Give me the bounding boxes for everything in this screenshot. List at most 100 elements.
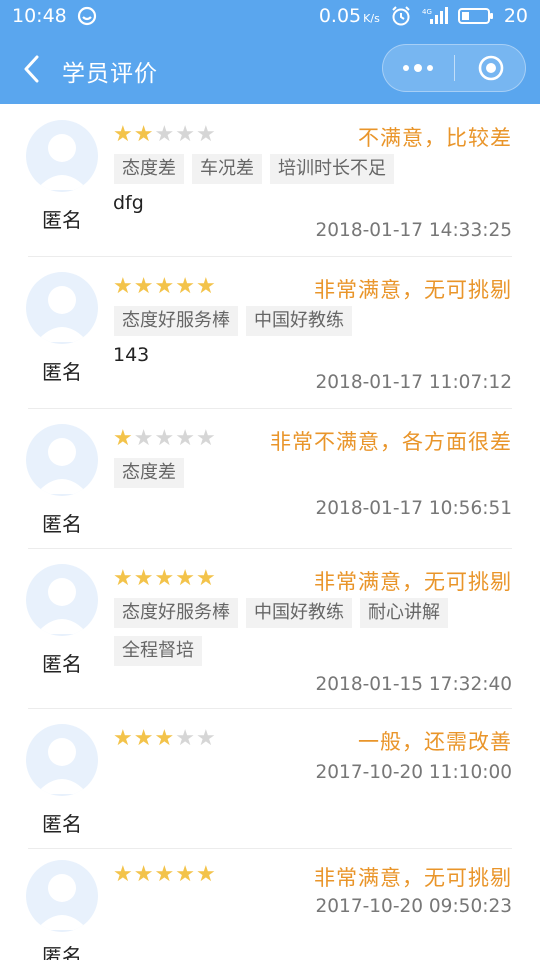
rating-verdict: 不满意，比较差	[358, 126, 512, 150]
app-indicator-icon	[77, 6, 97, 26]
page-title: 学员评价	[62, 61, 158, 87]
review-tags: 态度差	[114, 458, 514, 488]
star-empty-icon: ★	[133, 426, 155, 451]
review-tag: 中国好教练	[246, 306, 352, 336]
rating-verdict: 非常满意，无可挑剔	[314, 570, 512, 594]
review-list[interactable]: 匿名 ★★★★★ 不满意，比较差 态度差 车况差 培训时长不足 dfg 2018-01-17 …	[0, 104, 540, 960]
star-filled-icon: ★	[113, 274, 134, 299]
default-avatar-icon	[36, 738, 88, 794]
star-rating: ★★★★★	[113, 568, 217, 590]
review-item[interactable]: 匿名 ★★★★★ 非常满意，无可挑剔 2017-10-20 09:50:23	[0, 848, 540, 960]
review-tag: 培训时长不足	[270, 154, 394, 184]
reviewer-name: 匿名	[42, 512, 82, 536]
battery-icon	[457, 7, 494, 25]
mini-program-capsule	[382, 44, 526, 92]
more-dots-icon	[403, 64, 433, 72]
reviewer-name: 匿名	[42, 208, 82, 232]
star-filled-icon: ★	[133, 274, 155, 299]
battery-level: 20	[503, 5, 528, 27]
review-comment: 143	[113, 344, 150, 366]
rating-verdict: 非常不满意，各方面很差	[270, 430, 512, 454]
star-rating: ★★★★★	[113, 864, 217, 886]
signal-icon: 4G	[422, 6, 448, 26]
rating-verdict: 非常满意，无可挑剔	[314, 278, 512, 302]
review-timestamp: 2018-01-15 17:32:40	[315, 674, 512, 695]
star-filled-icon: ★	[133, 726, 155, 751]
svg-text:4G: 4G	[422, 8, 432, 16]
network-speed: 0.05 K/s	[318, 5, 380, 27]
review-timestamp: 2018-01-17 14:33:25	[315, 220, 512, 241]
star-empty-icon: ★	[195, 726, 217, 751]
default-avatar-icon	[36, 286, 88, 342]
alarm-icon	[390, 5, 412, 27]
star-rating: ★★★★★	[113, 124, 217, 146]
star-filled-icon: ★	[113, 566, 134, 591]
star-empty-icon: ★	[154, 122, 176, 147]
status-time: 10:48	[12, 5, 67, 27]
review-timestamp: 2017-10-20 09:50:23	[315, 896, 512, 917]
reviewer-name: 匿名	[42, 360, 82, 384]
reviewer-name: 匿名	[42, 652, 82, 676]
star-filled-icon: ★	[113, 122, 134, 147]
star-filled-icon: ★	[133, 566, 155, 591]
star-filled-icon: ★	[133, 122, 155, 147]
star-filled-icon: ★	[195, 566, 217, 591]
star-filled-icon: ★	[175, 566, 196, 591]
default-avatar-icon	[36, 134, 88, 190]
review-item[interactable]: 匿名 ★★★★★ 不满意，比较差 态度差 车况差 培训时长不足 dfg 2018-01-17 …	[0, 104, 540, 256]
default-avatar-icon	[36, 874, 88, 930]
star-rating: ★★★★★	[113, 728, 217, 750]
review-tag: 态度差	[114, 154, 184, 184]
default-avatar-icon	[36, 578, 88, 634]
review-timestamp: 2018-01-17 10:56:51	[315, 498, 512, 519]
review-tag: 态度差	[114, 458, 184, 488]
star-rating: ★★★★★	[113, 276, 217, 298]
star-empty-icon: ★	[175, 122, 196, 147]
star-filled-icon: ★	[154, 566, 176, 591]
rating-verdict: 非常满意，无可挑剔	[314, 866, 512, 890]
review-tag: 态度好服务棒	[114, 598, 238, 628]
star-empty-icon: ★	[154, 426, 176, 451]
review-item[interactable]: 匿名 ★★★★★ 非常不满意，各方面很差态度差 2018-01-17 10:56:51	[0, 408, 540, 548]
review-tag: 耐心讲解	[360, 598, 448, 628]
back-button[interactable]	[16, 54, 46, 84]
more-button[interactable]	[383, 45, 453, 91]
capsule-divider	[454, 55, 455, 81]
review-timestamp: 2018-01-17 11:07:12	[315, 372, 512, 393]
star-filled-icon: ★	[133, 862, 155, 887]
review-item[interactable]: 匿名 ★★★★★ 非常满意，无可挑剔态度好服务棒 中国好教练 143 2018-01-17…	[0, 256, 540, 408]
chevron-left-icon	[24, 55, 39, 83]
reviewer-name: 匿名	[42, 944, 82, 960]
star-filled-icon: ★	[113, 726, 134, 751]
reviewer-name: 匿名	[42, 812, 82, 836]
review-item[interactable]: 匿名 ★★★★★ 一般，还需改善 2017-10-20 11:10:00	[0, 708, 540, 848]
star-empty-icon: ★	[195, 122, 217, 147]
review-tag: 全程督培	[114, 636, 202, 666]
star-filled-icon: ★	[154, 274, 176, 299]
avatar	[26, 564, 98, 636]
star-filled-icon: ★	[195, 862, 217, 887]
nav-bar: 学员评价	[0, 34, 540, 104]
review-tag: 中国好教练	[246, 598, 352, 628]
review-timestamp: 2017-10-20 11:10:00	[315, 762, 512, 783]
star-filled-icon: ★	[154, 726, 176, 751]
review-tag: 车况差	[192, 154, 262, 184]
default-avatar-icon	[36, 438, 88, 494]
avatar	[26, 120, 98, 192]
review-item[interactable]: 匿名 ★★★★★ 非常满意，无可挑剔 态度好服务棒 中国好教练 耐心讲解 全程督培 2018-…	[0, 548, 540, 708]
star-filled-icon: ★	[175, 862, 196, 887]
star-empty-icon: ★	[175, 426, 196, 451]
star-filled-icon: ★	[195, 274, 217, 299]
review-tag: 态度好服务棒	[114, 306, 238, 336]
star-rating: ★★★★★	[113, 428, 217, 450]
avatar	[26, 424, 98, 496]
close-button[interactable]	[457, 45, 525, 91]
status-bar: 10:48 0.05 K/s 4G 20	[0, 0, 540, 34]
review-tags: 态度差 车况差 培训时长不足	[114, 154, 514, 184]
avatar	[26, 860, 98, 932]
star-filled-icon: ★	[113, 426, 134, 451]
target-close-icon	[478, 55, 504, 81]
star-empty-icon: ★	[175, 726, 196, 751]
review-tags: 态度好服务棒 中国好教练	[114, 306, 514, 336]
avatar	[26, 724, 98, 796]
